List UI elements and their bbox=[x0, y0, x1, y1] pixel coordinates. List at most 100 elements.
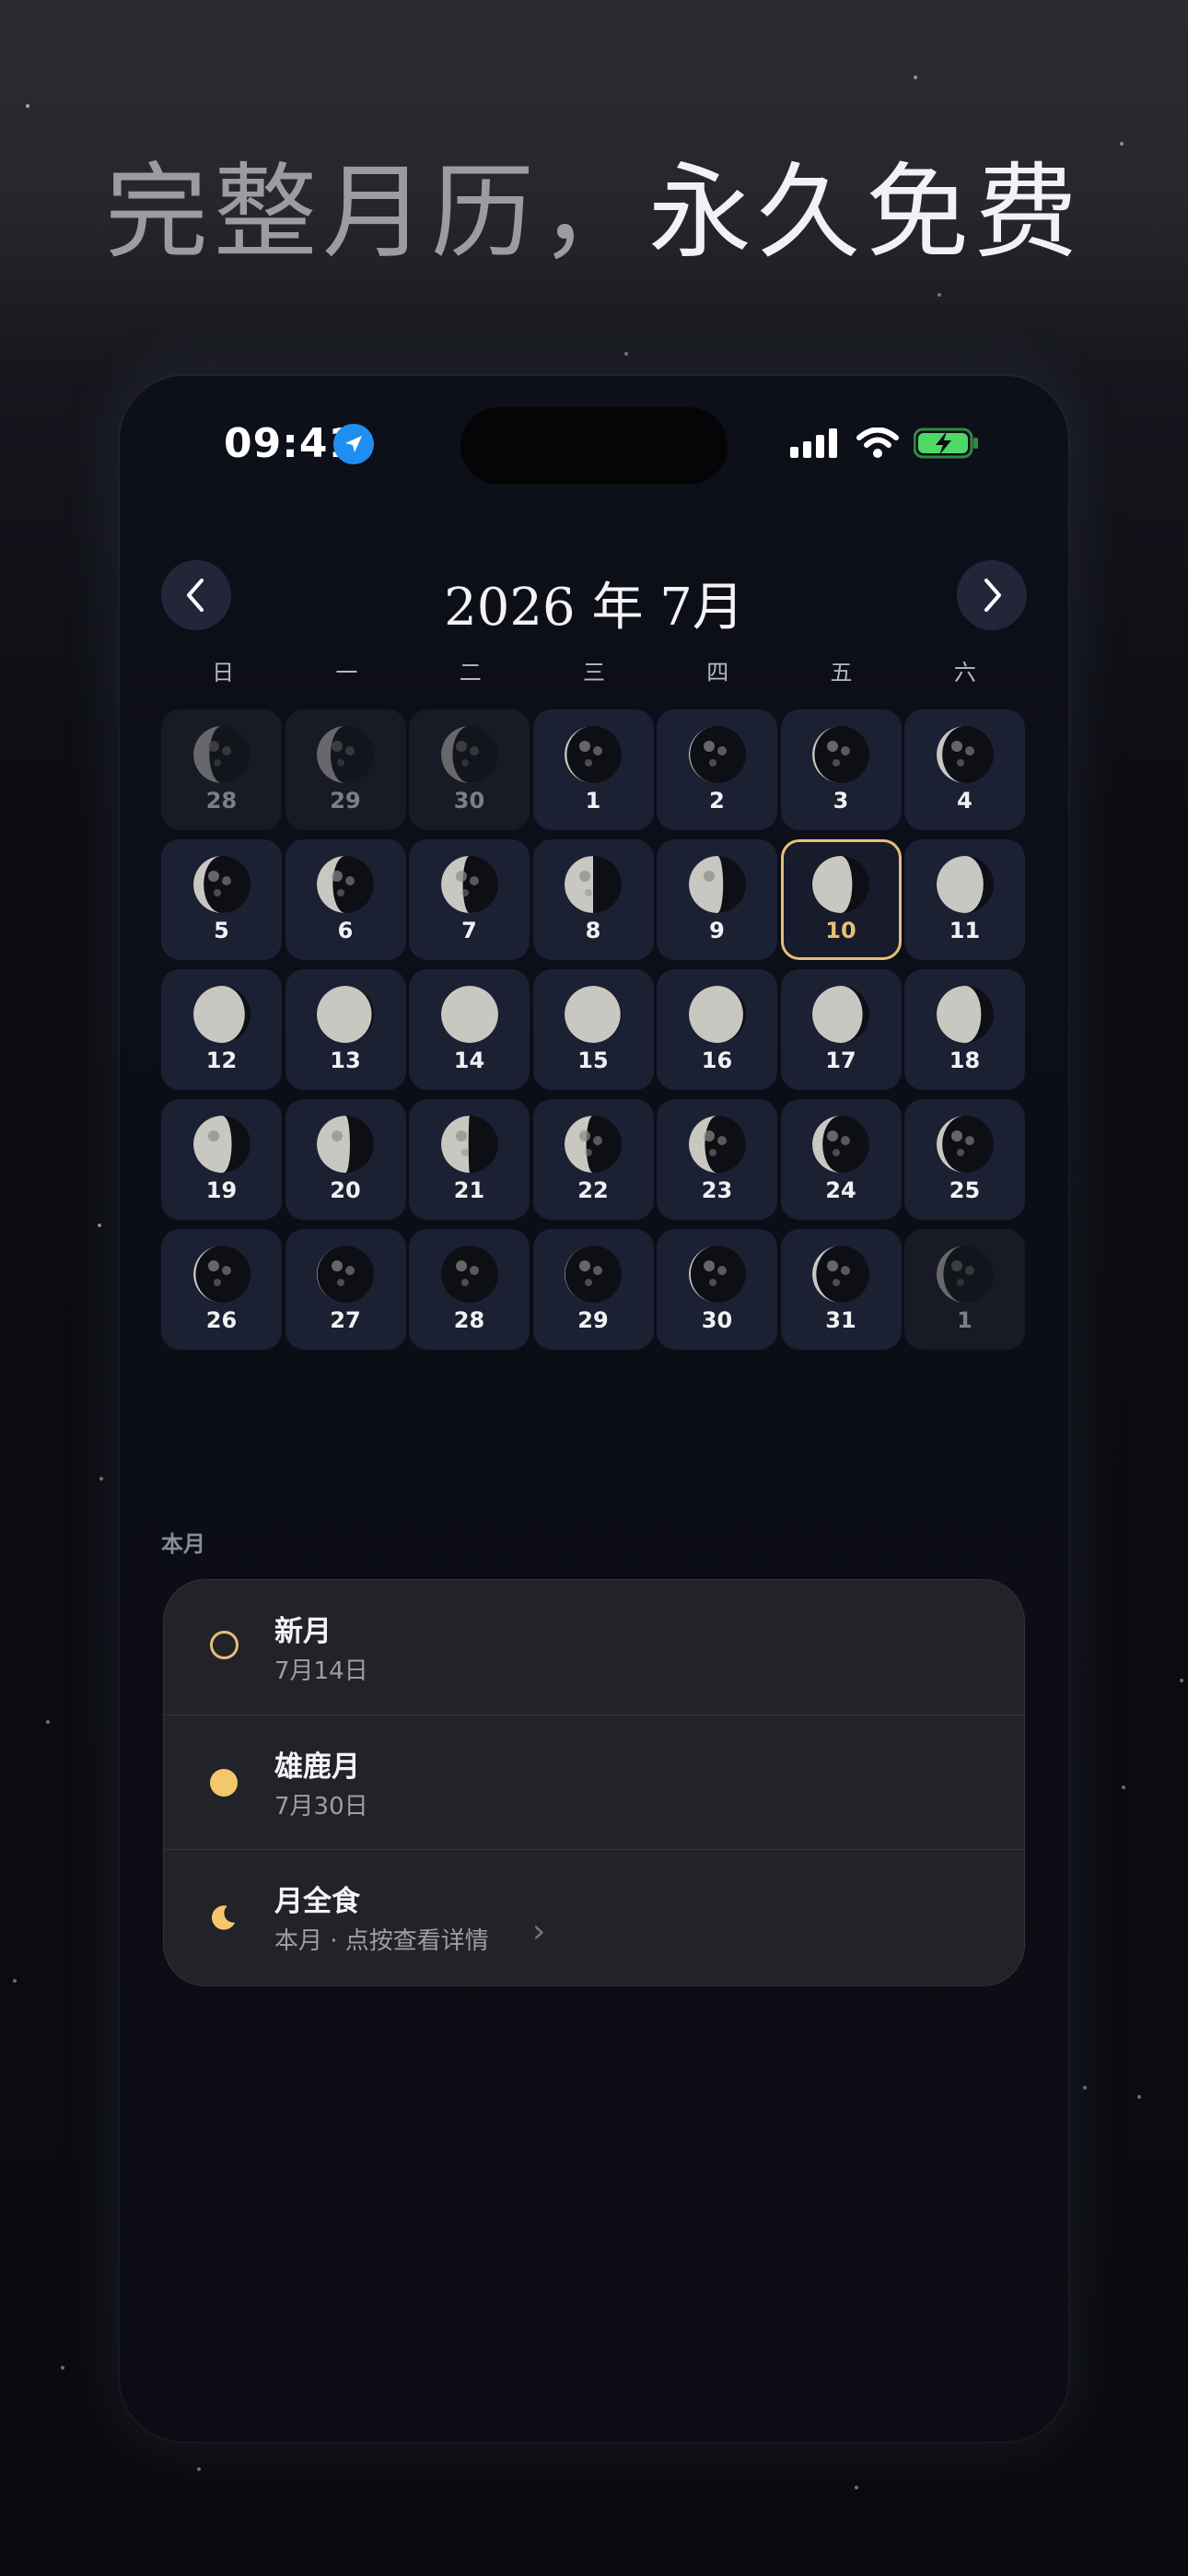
calendar-day-cell[interactable]: 3 bbox=[780, 709, 902, 830]
day-number: 24 bbox=[825, 1177, 856, 1203]
day-number: 16 bbox=[701, 1048, 733, 1073]
calendar-day-cell[interactable]: 30 bbox=[657, 1229, 777, 1350]
section-label-this-month: 本月 bbox=[161, 1531, 205, 1557]
calendar-day-cell[interactable]: 11 bbox=[904, 839, 1025, 960]
moon-phase-icon bbox=[565, 726, 622, 783]
day-number: 8 bbox=[585, 918, 601, 943]
location-arrow-icon bbox=[333, 424, 374, 464]
day-number: 5 bbox=[214, 918, 229, 943]
calendar-day-cell[interactable]: 1 bbox=[532, 709, 654, 830]
moon-phase-icon bbox=[812, 726, 869, 783]
calendar-day-cell[interactable]: 21 bbox=[409, 1099, 530, 1220]
day-number: 20 bbox=[330, 1177, 361, 1203]
moon-phase-icon bbox=[936, 1246, 994, 1303]
calendar-day-cell[interactable]: 18 bbox=[904, 969, 1025, 1090]
calendar-day-cell[interactable]: 31 bbox=[780, 1229, 902, 1350]
moon-phase-icon bbox=[440, 726, 498, 783]
calendar-day-cell[interactable]: 25 bbox=[904, 1099, 1025, 1220]
chevron-right-icon bbox=[984, 579, 1001, 612]
day-number: 28 bbox=[205, 788, 238, 814]
battery-charging-icon bbox=[914, 427, 978, 459]
event-row-eclipse[interactable]: 月全食 本月 · 点按查看详情 › bbox=[164, 1849, 1024, 1985]
calendar-day-cell[interactable]: 1 bbox=[904, 1229, 1025, 1350]
moon-phase-icon bbox=[317, 726, 374, 783]
calendar-day-cell[interactable]: 30 bbox=[409, 709, 530, 830]
calendar-day-cell[interactable]: 8 bbox=[532, 839, 654, 960]
moon-phase-icon bbox=[936, 1116, 994, 1173]
calendar-day-cell[interactable]: 19 bbox=[161, 1099, 282, 1220]
moon-phase-icon bbox=[317, 1116, 374, 1173]
day-number: 11 bbox=[949, 918, 981, 943]
next-month-button[interactable] bbox=[957, 560, 1027, 630]
new-moon-ring-icon bbox=[210, 1631, 239, 1659]
calendar-day-cell[interactable]: 13 bbox=[285, 969, 406, 1090]
day-number: 1 bbox=[957, 1307, 973, 1333]
event-date: 7月30日 bbox=[274, 1793, 368, 1821]
dynamic-island bbox=[460, 407, 728, 485]
event-date: 7月14日 bbox=[274, 1657, 368, 1685]
moon-phase-icon bbox=[440, 1246, 498, 1303]
calendar-day-cell[interactable]: 2 bbox=[657, 709, 777, 830]
day-number: 18 bbox=[949, 1048, 981, 1073]
moon-phase-icon bbox=[317, 856, 374, 913]
moon-phase-icon bbox=[565, 986, 622, 1043]
day-number: 22 bbox=[577, 1177, 609, 1203]
calendar-day-cell[interactable]: 16 bbox=[657, 969, 777, 1090]
weekday-label: 三 bbox=[582, 660, 605, 685]
calendar-day-cell[interactable]: 15 bbox=[532, 969, 654, 1090]
calendar-day-cell[interactable]: 10 bbox=[780, 839, 902, 960]
moon-phase-icon bbox=[936, 856, 994, 913]
calendar-day-cell[interactable]: 27 bbox=[285, 1229, 406, 1350]
weekday-label: 日 bbox=[212, 660, 235, 685]
calendar-day-cell[interactable]: 24 bbox=[780, 1099, 902, 1220]
calendar-day-cell[interactable]: 4 bbox=[904, 709, 1025, 830]
weekday-label: 二 bbox=[459, 660, 482, 685]
moon-phase-icon bbox=[688, 726, 746, 783]
calendar-day-cell[interactable]: 29 bbox=[285, 709, 406, 830]
weekday-label: 五 bbox=[830, 660, 853, 685]
moon-phase-icon bbox=[565, 1116, 622, 1173]
moon-phase-icon bbox=[192, 856, 250, 913]
day-number: 21 bbox=[453, 1177, 485, 1203]
calendar-day-cell[interactable]: 20 bbox=[285, 1099, 406, 1220]
calendar-day-cell[interactable]: 7 bbox=[409, 839, 530, 960]
moon-phase-icon bbox=[688, 856, 746, 913]
promo-headline: 完整月历，永久免费 bbox=[0, 129, 1188, 278]
day-number: 1 bbox=[585, 788, 601, 814]
crescent-moon-icon bbox=[212, 1905, 236, 1930]
calendar-day-cell[interactable]: 28 bbox=[409, 1229, 530, 1350]
day-number: 6 bbox=[337, 918, 354, 943]
event-row-new-moon[interactable]: 新月 7月14日 bbox=[164, 1580, 1024, 1715]
event-title: 新月 bbox=[274, 1615, 332, 1648]
moon-phase-icon bbox=[192, 1246, 250, 1303]
moon-phase-icon bbox=[688, 1246, 746, 1303]
calendar-day-cell[interactable]: 6 bbox=[285, 839, 406, 960]
day-number: 23 bbox=[701, 1177, 733, 1203]
moon-phase-icon bbox=[688, 986, 746, 1043]
day-number: 26 bbox=[205, 1307, 238, 1333]
moon-phase-icon bbox=[688, 1116, 746, 1173]
calendar-day-cell[interactable]: 29 bbox=[532, 1229, 654, 1350]
calendar-day-cell[interactable]: 9 bbox=[657, 839, 777, 960]
calendar-day-cell[interactable]: 17 bbox=[780, 969, 902, 1090]
moon-phase-icon bbox=[192, 726, 250, 783]
weekday-label: 四 bbox=[706, 660, 729, 685]
calendar-day-cell[interactable]: 22 bbox=[532, 1099, 654, 1220]
calendar-day-cell[interactable]: 26 bbox=[161, 1229, 282, 1350]
day-number: 31 bbox=[825, 1307, 856, 1333]
moon-phase-icon bbox=[812, 856, 869, 913]
calendar-day-cell[interactable]: 28 bbox=[161, 709, 282, 830]
this-month-events-card: 新月 7月14日 雄鹿月 7月30日 月全食 本月 · 点按查看详情 › bbox=[163, 1579, 1025, 1986]
weekday-label: 六 bbox=[953, 660, 976, 685]
month-title: 2026 年 7月 bbox=[444, 578, 744, 638]
day-number: 14 bbox=[453, 1048, 485, 1073]
day-number: 17 bbox=[825, 1048, 856, 1073]
calendar-day-cell[interactable]: 23 bbox=[657, 1099, 777, 1220]
calendar-day-cell[interactable]: 5 bbox=[161, 839, 282, 960]
weekday-label: 一 bbox=[335, 660, 358, 685]
calendar-day-cell[interactable]: 14 bbox=[409, 969, 530, 1090]
event-row-full-moon[interactable]: 雄鹿月 7月30日 bbox=[164, 1715, 1024, 1850]
calendar-day-cell[interactable]: 12 bbox=[161, 969, 282, 1090]
event-title: 月全食 bbox=[274, 1885, 360, 1918]
moon-phase-icon bbox=[812, 1116, 869, 1173]
